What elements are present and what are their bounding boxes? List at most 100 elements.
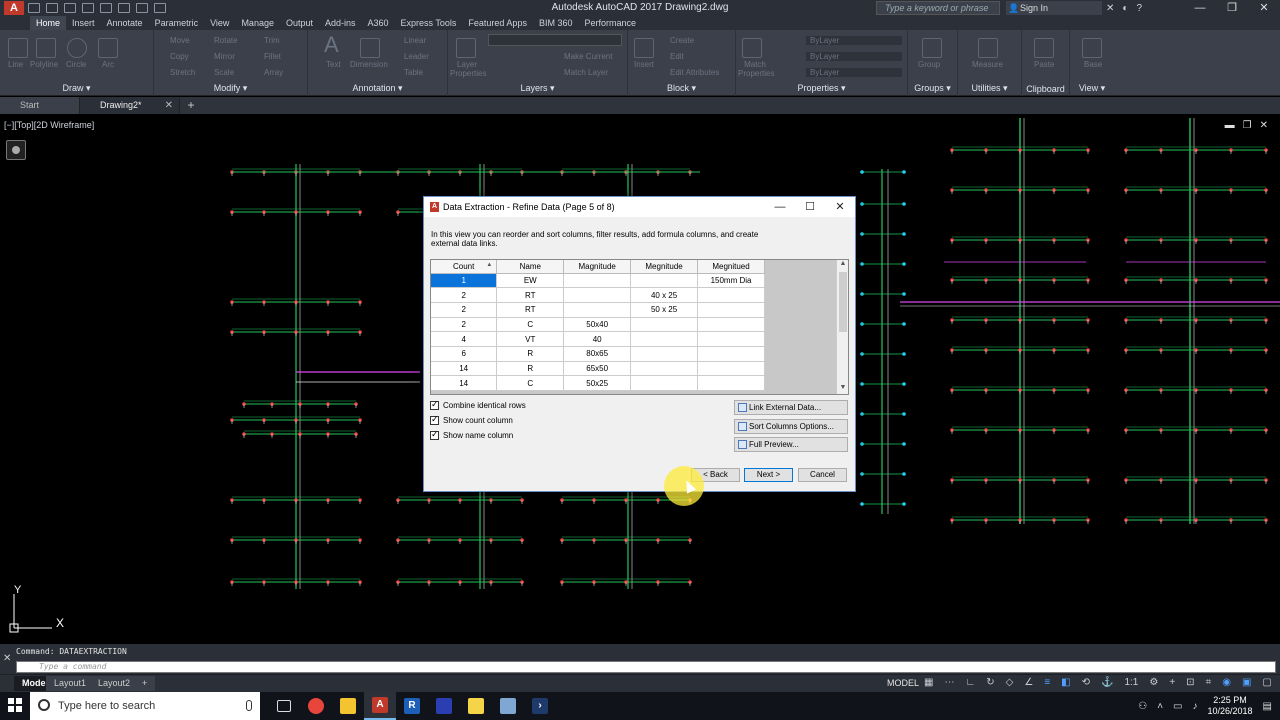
table-cell[interactable] (697, 346, 765, 362)
table-row[interactable]: 2 C 50x40 (431, 317, 765, 333)
full-preview-button[interactable]: Full Preview... (734, 437, 848, 452)
move-tool[interactable]: Move (170, 36, 190, 45)
close-icon[interactable]: ✕ (1248, 0, 1280, 16)
block-panel-label[interactable]: Block ▾ (628, 83, 735, 94)
dialog-maximize-icon[interactable]: ☐ (795, 197, 825, 217)
table-cell[interactable]: 6 (431, 346, 498, 362)
table-cell[interactable]: 150mm Dia (697, 273, 765, 289)
table-cell[interactable]: R (496, 346, 565, 362)
paste-icon[interactable] (1034, 38, 1054, 58)
linear-tool[interactable]: Linear (404, 36, 426, 45)
table-cell[interactable] (697, 331, 765, 347)
table-row[interactable]: 2 RT 40 x 25 (431, 287, 765, 303)
table-cell[interactable] (630, 273, 699, 289)
minimize-icon[interactable]: — (1184, 0, 1216, 16)
viewport-controls-label[interactable]: [−][Top][2D Wireframe] (4, 120, 94, 130)
exchange-icon[interactable]: ✕ (1106, 3, 1114, 14)
scroll-down-icon[interactable]: ▼ (837, 384, 848, 394)
hardware-acceleration-icon[interactable]: ▣ (1242, 677, 1251, 688)
trim-tool[interactable]: Trim (264, 36, 280, 45)
sign-in-button[interactable]: Sign In (1006, 1, 1102, 15)
view-panel-label[interactable]: View ▾ (1070, 83, 1114, 94)
table-cell[interactable]: 2 (431, 317, 498, 333)
circle-icon[interactable] (67, 38, 87, 58)
match-layer-tool[interactable]: Match Layer (564, 68, 608, 77)
table-cell[interactable] (697, 375, 765, 391)
doc-tab-start[interactable]: Start (0, 97, 80, 114)
chrome-icon[interactable] (300, 692, 332, 720)
tab-express-tools[interactable]: Express Tools (395, 16, 463, 30)
make-current-tool[interactable]: Make Current (564, 52, 612, 61)
stretch-tool[interactable]: Stretch (170, 68, 195, 77)
powershell-icon[interactable]: › (524, 692, 556, 720)
checkbox-checked-icon[interactable] (430, 414, 439, 425)
command-input[interactable]: Type a command (16, 661, 1276, 673)
workspace-gear-icon[interactable]: ⚙ (1149, 677, 1158, 688)
table-cell[interactable] (563, 302, 632, 318)
arc-icon[interactable] (98, 38, 118, 58)
insert-icon[interactable] (634, 38, 654, 58)
match-properties-icon[interactable] (742, 38, 762, 58)
table-cell[interactable]: 14 (431, 375, 498, 391)
tab-manage[interactable]: Manage (235, 16, 280, 30)
edit-attributes-tool[interactable]: Edit Attributes (670, 68, 719, 77)
open-icon[interactable] (46, 3, 58, 13)
microphone-icon[interactable] (246, 700, 252, 711)
tab-annotate[interactable]: Annotate (101, 16, 149, 30)
table-cell[interactable]: 4 (431, 331, 498, 347)
volume-icon[interactable]: ♪ (1193, 701, 1198, 712)
table-row[interactable]: 14 R 65x50 (431, 361, 765, 377)
otrack-icon[interactable]: ∠ (1024, 677, 1033, 688)
selection-cycling-icon[interactable]: ⟲ (1082, 677, 1090, 688)
rotate-tool[interactable]: Rotate (214, 36, 238, 45)
help-icon[interactable]: ? (1136, 3, 1142, 14)
scroll-thumb[interactable] (839, 272, 847, 332)
groups-panel-label[interactable]: Groups ▾ (908, 83, 957, 94)
table-cell[interactable] (563, 273, 632, 289)
table-cell[interactable]: RT (496, 302, 565, 318)
new-tab-icon[interactable]: + (180, 97, 202, 114)
show-count-column-checkbox[interactable]: Show count column (430, 414, 513, 425)
column-header-count[interactable]: Count ▲ (431, 260, 498, 274)
linetype-dropdown[interactable]: ByLayer (806, 68, 902, 77)
clean-screen-icon[interactable]: ▢ (1262, 677, 1271, 688)
plot-icon[interactable] (118, 3, 130, 13)
annotation-monitor-icon[interactable]: + (1169, 677, 1175, 688)
table-cell[interactable]: 40 x 25 (630, 287, 699, 303)
cancel-button[interactable]: Cancel (798, 468, 847, 482)
table-cell[interactable] (697, 302, 765, 318)
polar-icon[interactable]: ↻ (986, 677, 994, 688)
table-cell[interactable]: VT (496, 331, 565, 347)
layout-tab-layout1[interactable]: Layout1 (46, 676, 95, 691)
ortho-icon[interactable]: ∟ (965, 677, 975, 688)
modify-panel-label[interactable]: Modify ▾ (154, 83, 307, 94)
user-icon[interactable]: ◐ (1122, 3, 1128, 14)
command-line-close-icon[interactable]: ✕ (3, 653, 11, 664)
annotation-scale-value[interactable]: 1:1 (1124, 677, 1138, 688)
tab-parametric[interactable]: Parametric (149, 16, 205, 30)
table-cell[interactable] (630, 331, 699, 347)
viewport-restore-icon[interactable]: ❐ (1243, 120, 1252, 131)
lineweight-icon[interactable]: ≡ (1044, 677, 1050, 688)
add-layout-icon[interactable]: + (134, 676, 156, 691)
layers-panel-label[interactable]: Layers ▾ (448, 83, 627, 94)
annotation-panel-label[interactable]: Annotation ▾ (308, 83, 447, 94)
properties-panel-label[interactable]: Properties ▾ (736, 83, 907, 94)
tab-featured-apps[interactable]: Featured Apps (462, 16, 533, 30)
table-row[interactable]: 6 R 80x65 (431, 346, 765, 362)
table-row[interactable]: 14 C 50x25 (431, 375, 765, 391)
isolate-icon[interactable]: ◉ (1222, 677, 1231, 688)
table-tool[interactable]: Table (404, 68, 423, 77)
doc-tab-drawing2[interactable]: Drawing2* ✕ (80, 97, 180, 114)
line-icon[interactable] (8, 38, 28, 58)
table-cell[interactable]: C (496, 375, 565, 391)
copy-tool[interactable]: Copy (170, 52, 189, 61)
snap-icon[interactable]: ⋯ (944, 677, 954, 688)
save-icon[interactable] (64, 3, 76, 13)
tab-output[interactable]: Output (280, 16, 319, 30)
text-icon[interactable]: A (324, 32, 339, 58)
table-cell[interactable]: 14 (431, 361, 498, 377)
grid-vertical-scrollbar[interactable]: ▲ ▼ (836, 260, 848, 394)
viewport-close-icon[interactable]: ✕ (1260, 120, 1268, 131)
revit-icon[interactable]: R (396, 692, 428, 720)
